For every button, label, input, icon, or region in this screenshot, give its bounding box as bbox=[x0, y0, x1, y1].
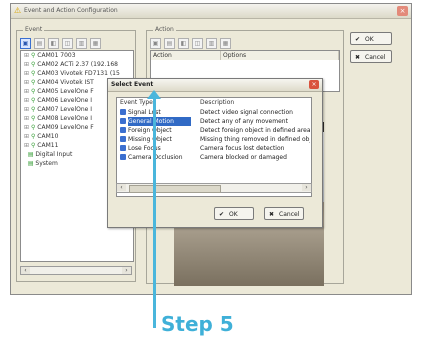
cancel-button[interactable]: ✖ Cancel bbox=[350, 50, 392, 63]
check-icon: ✔ bbox=[355, 36, 361, 43]
tree-item[interactable]: ⊞ ⚲ CAM03 Vivotek FD7131 (15 bbox=[21, 69, 133, 78]
options-column-header[interactable]: Options bbox=[221, 51, 339, 60]
x-icon: ✖ bbox=[355, 54, 361, 61]
event-toolbar: ▣ ▤ ◧ ◫ ▥ ▦ bbox=[20, 38, 101, 49]
settings-action-icon[interactable]: ▥ bbox=[206, 38, 217, 49]
edit-icon[interactable]: ◧ bbox=[48, 38, 59, 49]
event-type-icon bbox=[120, 145, 126, 151]
scroll-right-icon[interactable]: › bbox=[122, 267, 131, 274]
x-icon: ✖ bbox=[269, 211, 275, 218]
copy-icon[interactable]: ▤ bbox=[34, 38, 45, 49]
description-header[interactable]: Description bbox=[197, 98, 311, 107]
add-action-icon[interactable]: ▣ bbox=[150, 38, 161, 49]
select-event-dialog: Select Event × Event Type Description Si… bbox=[107, 78, 323, 228]
titlebar: ⚠ Event and Action Configuration × bbox=[11, 4, 411, 19]
event-tree-scrollbar[interactable]: ‹ › bbox=[20, 266, 132, 275]
delete-action-icon[interactable]: ◫ bbox=[192, 38, 203, 49]
system-icon: ▤ bbox=[27, 160, 34, 167]
dialog-title: Select Event bbox=[111, 81, 154, 88]
event-row-selected[interactable]: General Motion Detect any of any movemen… bbox=[117, 117, 311, 126]
event-type-list[interactable]: Event Type Description Signal Lost Detec… bbox=[116, 97, 312, 197]
event-type-icon bbox=[120, 136, 126, 142]
event-row[interactable]: Signal Lost Detect video signal connecti… bbox=[117, 108, 311, 117]
event-row[interactable]: Foreign Object Detect foreign object in … bbox=[117, 126, 311, 135]
action-toolbar: ▣ ▤ ◧ ◫ ▥ ▦ bbox=[150, 38, 231, 49]
test-action-icon[interactable]: ▦ bbox=[220, 38, 231, 49]
scroll-left-icon[interactable]: ‹ bbox=[21, 267, 30, 274]
step-label: Step 5 bbox=[161, 312, 234, 336]
check-icon: ✔ bbox=[219, 211, 225, 218]
delete-icon[interactable]: ◫ bbox=[62, 38, 73, 49]
event-row[interactable]: Camera Occlusion Camera blocked or damag… bbox=[117, 153, 311, 162]
tree-item[interactable]: ⊞ ⚲ CAM01 7003 bbox=[21, 51, 133, 60]
dialog-ok-button[interactable]: ✔ OK bbox=[214, 207, 254, 220]
import-icon[interactable]: ▦ bbox=[90, 38, 101, 49]
input-icon: ▤ bbox=[27, 151, 34, 158]
dialog-titlebar: Select Event × bbox=[108, 79, 322, 92]
scroll-thumb[interactable] bbox=[129, 185, 221, 193]
event-type-header[interactable]: Event Type bbox=[117, 98, 197, 107]
event-row[interactable]: Missing Object Missing thing removed in … bbox=[117, 135, 311, 144]
edit-action-icon[interactable]: ◧ bbox=[178, 38, 189, 49]
save-icon[interactable]: ▥ bbox=[76, 38, 87, 49]
scroll-left-icon[interactable]: ‹ bbox=[117, 184, 126, 191]
arrow-up-icon bbox=[147, 90, 161, 99]
ok-button[interactable]: ✔ OK bbox=[350, 32, 392, 45]
event-type-icon bbox=[120, 127, 126, 133]
event-legend: Event bbox=[23, 26, 45, 33]
step-pointer-line bbox=[153, 93, 156, 328]
copy-action-icon[interactable]: ▤ bbox=[164, 38, 175, 49]
action-column-header[interactable]: Action bbox=[151, 51, 221, 60]
new-event-icon[interactable]: ▣ bbox=[20, 38, 31, 49]
dialog-cancel-button[interactable]: ✖ Cancel bbox=[264, 207, 304, 220]
window-close-button[interactable]: × bbox=[397, 6, 408, 16]
action-legend: Action bbox=[153, 26, 176, 33]
event-type-icon bbox=[120, 118, 126, 124]
dialog-close-button[interactable]: × bbox=[309, 80, 319, 89]
event-type-icon bbox=[120, 154, 126, 160]
warning-icon: ⚠ bbox=[14, 6, 22, 15]
window-title: Event and Action Configuration bbox=[24, 7, 118, 14]
event-list-scrollbar[interactable]: ‹ › bbox=[116, 183, 312, 193]
tree-item[interactable]: ⊞ ⚲ CAM02 ACTi 2.37 (192.168 bbox=[21, 60, 133, 69]
event-row[interactable]: Lose Focus Camera focus lost detection bbox=[117, 144, 311, 153]
event-type-icon bbox=[120, 109, 126, 115]
scroll-right-icon[interactable]: › bbox=[302, 184, 311, 191]
